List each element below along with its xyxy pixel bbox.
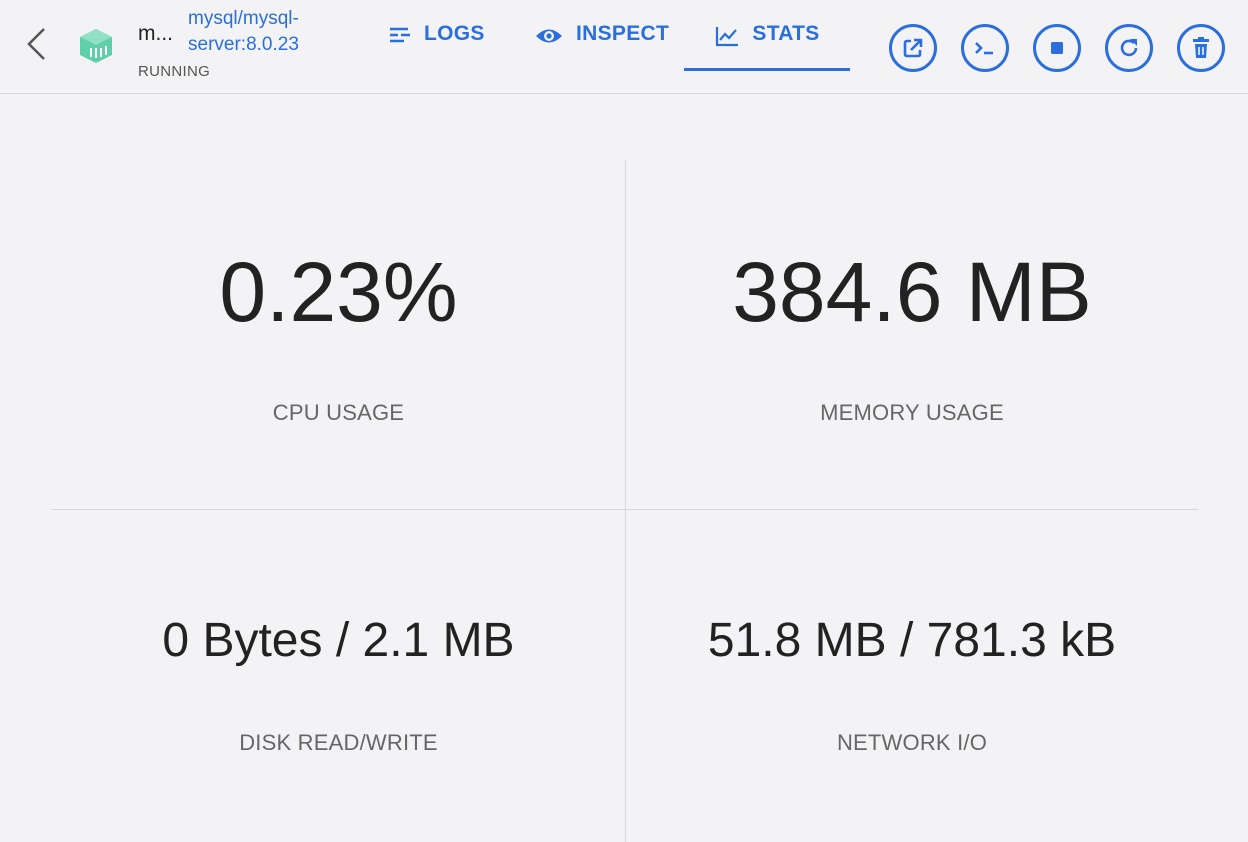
tab-stats[interactable]: STATS bbox=[684, 22, 850, 72]
tab-stats-label: STATS bbox=[752, 22, 820, 45]
grid-divider-horizontal bbox=[52, 509, 1198, 510]
open-in-browser-button[interactable] bbox=[889, 24, 937, 72]
disk-read-write-label: DISK READ/WRITE bbox=[239, 730, 438, 755]
container-icon bbox=[76, 26, 116, 66]
back-button[interactable] bbox=[24, 26, 48, 62]
tab-logs-label: LOGS bbox=[424, 22, 485, 45]
network-io-value: 51.8 MB / 781.3 kB bbox=[707, 614, 1117, 667]
memory-usage-label: MEMORY USAGE bbox=[820, 400, 1004, 425]
active-tab-indicator bbox=[684, 68, 850, 71]
memory-usage-value: 384.6 MB bbox=[732, 245, 1092, 339]
container-header: m... mysql/mysql-server:8.0.23 RUNNING L… bbox=[0, 0, 1248, 94]
network-io-label: NETWORK I/O bbox=[836, 730, 988, 755]
trash-icon bbox=[1193, 37, 1209, 58]
terminal-icon bbox=[975, 42, 993, 55]
disk-read-write-value: 0 Bytes / 2.1 MB bbox=[162, 614, 515, 667]
tab-inspect-label: INSPECT bbox=[576, 22, 670, 45]
restart-button[interactable] bbox=[1105, 24, 1153, 72]
image-link[interactable]: mysql/mysql-server:8.0.23 bbox=[188, 6, 338, 58]
logs-icon bbox=[390, 27, 410, 43]
cpu-usage-value: 0.23% bbox=[219, 245, 458, 339]
chevron-left-icon bbox=[27, 28, 45, 60]
cli-button[interactable] bbox=[961, 24, 1009, 72]
delete-button[interactable] bbox=[1177, 24, 1225, 72]
stop-button[interactable] bbox=[1033, 24, 1081, 72]
tab-logs[interactable]: LOGS bbox=[388, 22, 485, 72]
stop-icon bbox=[1051, 42, 1063, 54]
restart-icon bbox=[1120, 39, 1138, 57]
eye-icon bbox=[536, 29, 562, 43]
cpu-usage-label: CPU USAGE bbox=[272, 400, 405, 425]
chart-line-icon bbox=[716, 27, 739, 47]
status-label: RUNNING bbox=[138, 63, 211, 80]
external-link-icon bbox=[903, 38, 923, 58]
tab-inspect[interactable]: INSPECT bbox=[534, 22, 669, 72]
container-name: m... bbox=[138, 22, 173, 45]
